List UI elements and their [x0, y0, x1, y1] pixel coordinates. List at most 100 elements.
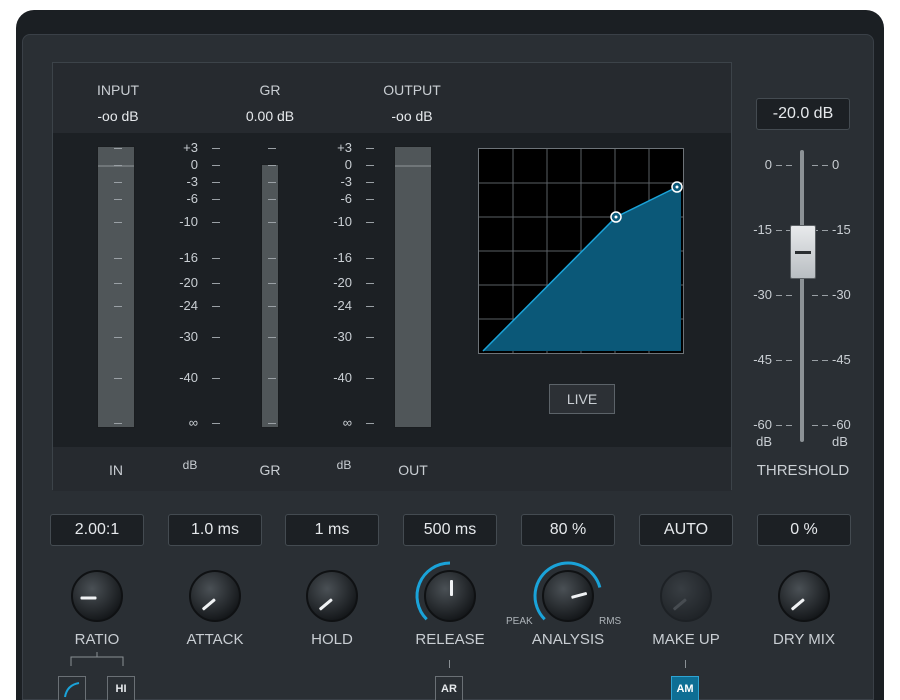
threshold-tick: [776, 425, 782, 426]
threshold-scale-label: -30: [832, 287, 851, 302]
ratio-knob[interactable]: [59, 558, 135, 634]
meter-tick: [268, 306, 276, 307]
threshold-tick: [822, 230, 828, 231]
drymix-knob-body: [778, 570, 830, 622]
meter-tick: [268, 283, 276, 284]
meter-scale-label: 0: [190, 157, 198, 172]
knee-icon: [64, 682, 80, 698]
gr-value: 0.00 dB: [245, 108, 295, 124]
soft-knee-button[interactable]: [58, 676, 86, 700]
hold-knob-pointer: [318, 598, 333, 611]
meter-tick: [268, 165, 276, 166]
meter-tick: [212, 222, 220, 223]
release-knob[interactable]: [412, 558, 488, 634]
meter-scale-label: -40: [179, 370, 198, 385]
threshold-tick: [812, 425, 818, 426]
meter-scale-label: -40: [333, 370, 352, 385]
threshold-scale-label: -15: [832, 222, 851, 237]
transfer-curve: [479, 149, 683, 353]
meter-tick: [366, 283, 374, 284]
meter-scale-label: +3: [337, 140, 352, 155]
attack-knob[interactable]: [177, 558, 253, 634]
meter-tick: [212, 258, 220, 259]
attack-value[interactable]: 1.0 ms: [168, 514, 262, 546]
analysis-rms-label: RMS: [599, 616, 622, 627]
analysis-label: ANALYSIS: [531, 631, 605, 648]
meter-scale-label: -20: [179, 275, 198, 290]
meter-tick: [114, 283, 122, 284]
threshold-tick: [822, 165, 828, 166]
db-label-right: dB: [336, 458, 352, 472]
meter-tick: [212, 182, 220, 183]
hold-knob-body: [306, 570, 358, 622]
release-knob-body: [424, 570, 476, 622]
meter-tick: [366, 199, 374, 200]
threshold-scale-label: -15: [753, 222, 772, 237]
hi-button[interactable]: HI: [107, 676, 135, 700]
meter-tick: [212, 378, 220, 379]
threshold-slider-track[interactable]: [800, 150, 804, 442]
release-value[interactable]: 500 ms: [403, 514, 497, 546]
meter-tick: [212, 423, 220, 424]
drymix-value[interactable]: 0 %: [757, 514, 851, 546]
gr-bottom-label: GR: [259, 462, 281, 478]
meter-tick: [366, 306, 374, 307]
meter-scale-label: -16: [333, 250, 352, 265]
auto-release-button[interactable]: AR: [435, 676, 463, 700]
threshold-scale-label: -60: [832, 417, 851, 432]
meter-scale-label: -24: [179, 298, 198, 313]
makeup-label: MAKE UP: [652, 631, 720, 648]
threshold-scale-label: -60: [753, 417, 772, 432]
meter-tick: [114, 199, 122, 200]
ratio-label: RATIO: [74, 631, 120, 648]
threshold-tick: [786, 165, 792, 166]
meter-tick: [268, 199, 276, 200]
meter-scale-label: -10: [179, 214, 198, 229]
threshold-tick: [776, 295, 782, 296]
threshold-slider-handle[interactable]: [790, 224, 816, 279]
hold-value[interactable]: 1 ms: [285, 514, 379, 546]
input-label: INPUT: [97, 82, 139, 98]
hold-knob[interactable]: [294, 558, 370, 634]
drymix-knob-pointer: [790, 598, 805, 611]
meter-scale-label: +3: [183, 140, 198, 155]
drymix-knob[interactable]: [766, 558, 842, 634]
meter-tick: [268, 337, 276, 338]
makeup-value[interactable]: AUTO: [639, 514, 733, 546]
analysis-knob-body: [542, 570, 594, 622]
meter-tick: [114, 337, 122, 338]
transfer-curve-graph[interactable]: [478, 148, 684, 354]
meter-tick: [366, 182, 374, 183]
analysis-value[interactable]: 80 %: [521, 514, 615, 546]
analysis-knob-pointer: [571, 591, 588, 599]
auto-makeup-button[interactable]: AM: [671, 676, 699, 700]
threshold-value[interactable]: -20.0 dB: [756, 98, 850, 130]
meter-tick: [212, 148, 220, 149]
meter-tick: [114, 423, 122, 424]
threshold-tick: [812, 360, 818, 361]
threshold-scale-label: -45: [753, 352, 772, 367]
meter-tick: [212, 337, 220, 338]
meter-tick: [268, 222, 276, 223]
meter-tick: [366, 337, 374, 338]
meter-scale-label: -20: [333, 275, 352, 290]
db-label-left: dB: [182, 458, 198, 472]
threshold-tick: [786, 295, 792, 296]
meter-scale-label: ∞: [188, 415, 198, 430]
meter-scale-label: -24: [333, 298, 352, 313]
output-label: OUTPUT: [383, 82, 441, 98]
meter-tick: [366, 222, 374, 223]
analysis-knob[interactable]: [530, 558, 606, 634]
makeup-knob[interactable]: [648, 558, 724, 634]
meter-tick: [212, 165, 220, 166]
meter-scale-label: ∞: [342, 415, 352, 430]
live-button[interactable]: LIVE: [549, 384, 615, 414]
analysis-peak-label: PEAK: [506, 616, 533, 627]
threshold-unit-label: dB: [832, 434, 848, 449]
meter-tick: [366, 378, 374, 379]
ratio-value[interactable]: 2.00:1: [50, 514, 144, 546]
threshold-tick: [822, 295, 828, 296]
meter-scale-label: -10: [333, 214, 352, 229]
threshold-tick: [812, 165, 818, 166]
meter-tick: [114, 222, 122, 223]
